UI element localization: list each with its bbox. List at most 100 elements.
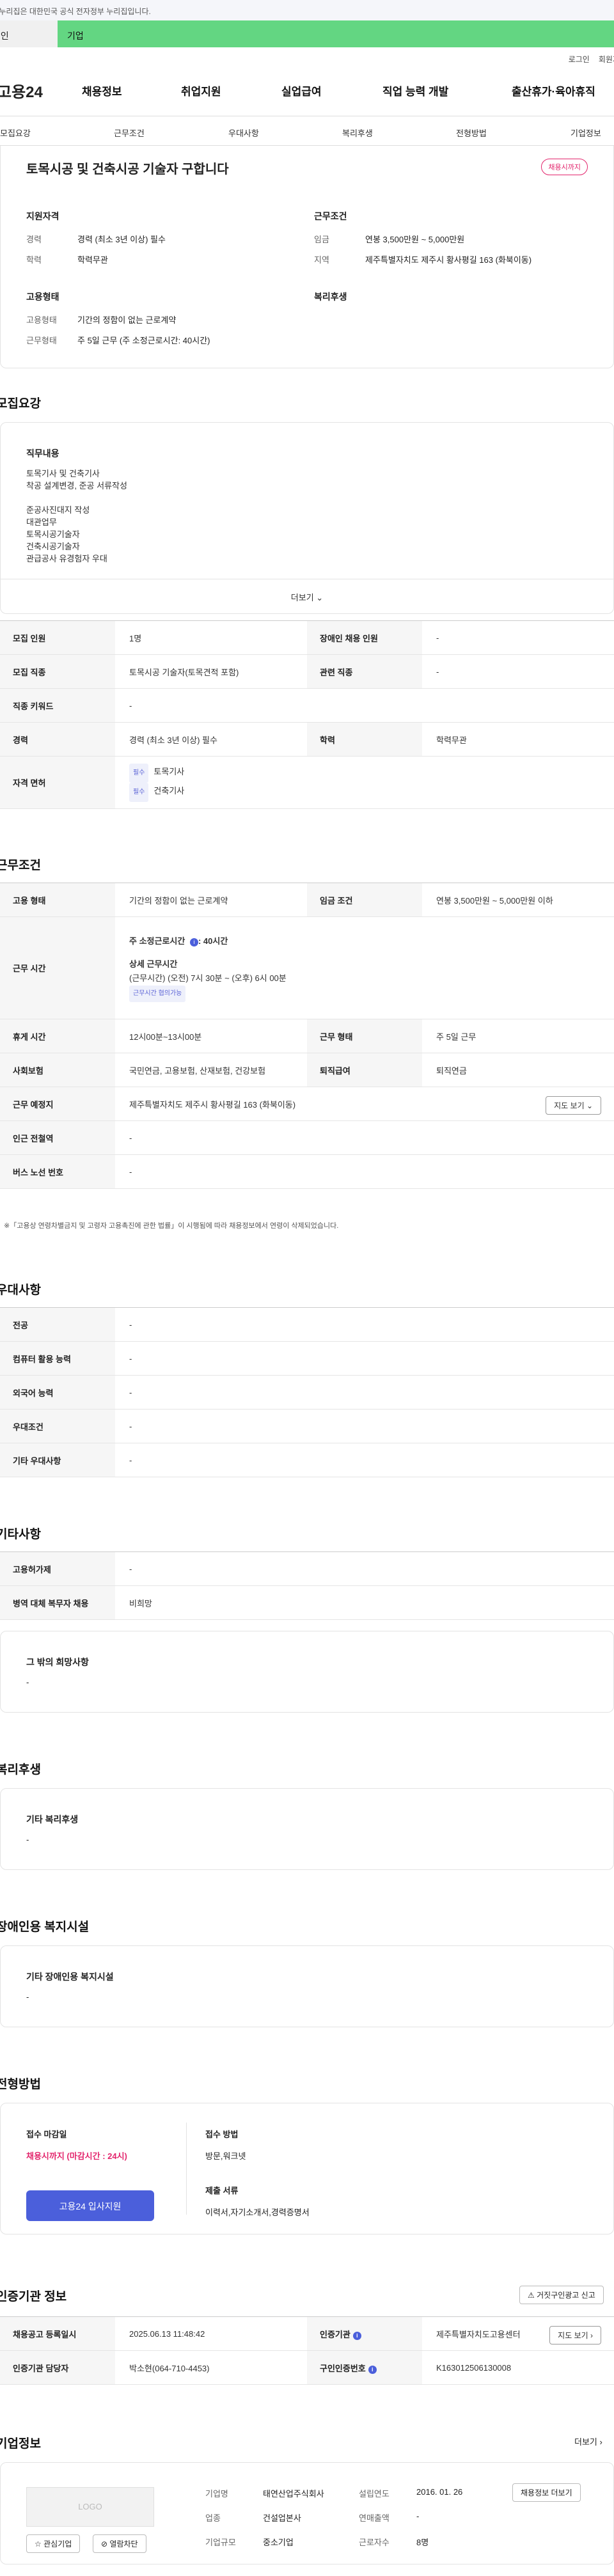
work-table: 고용 형태 기간의 정함이 없는 근로계약 임금 조건 연봉 3,500만원 ~ 5,… [0, 883, 614, 1189]
row-key: 관련 직종 [307, 654, 422, 689]
anchor-prefer[interactable]: 우대사항 [228, 127, 259, 139]
row-value: - [115, 1154, 614, 1189]
report-fake-ad-button[interactable]: ⚠ 거짓구인광고 신고 [519, 2286, 604, 2304]
prefer-heading: 우대사항 [0, 1284, 41, 1297]
nav-unemployment-benefit[interactable]: 실업급여 [281, 82, 322, 98]
deadline-badge: 채용시까지 [541, 159, 588, 175]
nav-vocational-training[interactable]: 직업 능력 개발 [382, 82, 448, 98]
region-label: 지역 [314, 255, 329, 265]
disabled-card: 기타 장애인용 복지시설 - [0, 1945, 614, 2027]
anchor-process[interactable]: 전형방법 [456, 127, 487, 139]
anchor-work[interactable]: 근무조건 [114, 127, 145, 139]
table-row: 모집 인원 1명 장애인 채용 인원 - [0, 620, 614, 655]
method-heading: 접수 방법 [205, 2130, 239, 2139]
global-nav: 고용24 채용정보 취업지원 실업급여 직업 능력 개발 출산휴가·육아휴직 [0, 65, 614, 116]
negotiable-tag: 근무시간 협의가능 [129, 985, 186, 1002]
docs-value: 이력서,자기소개서,경력증명서 [205, 2208, 310, 2217]
table-row: 전공 - [0, 1307, 614, 1342]
wage-value: 연봉 3,500만원 ~ 5,000만원 [365, 235, 465, 244]
row-value: - [115, 1409, 614, 1443]
chevron-down-icon: ⌄ [316, 593, 324, 602]
nav-employment-support[interactable]: 취업지원 [181, 82, 221, 98]
nav-job-info[interactable]: 채용정보 [82, 82, 122, 98]
tab-company[interactable]: 기업 [58, 20, 614, 47]
tab-individual-label: 개인 [0, 31, 9, 41]
table-row: 경력 경력 (최소 3년 이상) 필수 학력 학력무관 [0, 722, 614, 757]
welfare-section-heading: 복리후생 [0, 1763, 41, 1777]
row-key: 휴게 시간 [0, 1019, 115, 1053]
block-icon: ⊘ [101, 2540, 108, 2549]
info-icon[interactable]: i [352, 2331, 361, 2340]
age-notice: ※「고용상 연령차별금지 및 고령자 고용촉진에 관한 법률」이 시행됨에 따라… [4, 1222, 339, 1230]
disabled-box-heading: 기타 장애인용 복지시설 [26, 1972, 114, 1982]
row-value: 주 5일 근무 [422, 1019, 614, 1053]
recruit-heading: 모집요강 [0, 397, 41, 411]
info-icon[interactable]: i [189, 938, 198, 946]
agency-value: 제주특별자치도고용센터 [436, 2329, 521, 2339]
employees-label: 근로자수 [359, 2538, 390, 2547]
career-label: 경력 [26, 235, 42, 244]
row-key: 근무 예정지 [0, 1087, 115, 1121]
founded-value: 2016. 01. 26 [416, 2487, 463, 2497]
row-key: 인근 전철역 [0, 1120, 115, 1155]
signup-link[interactable]: 회원가입 [599, 55, 614, 64]
nav-parental-leave[interactable]: 출산휴가·육아휴직 [512, 82, 595, 98]
row-key: 장애인 채용 인원 [307, 620, 422, 655]
table-row: 우대조건 - [0, 1409, 614, 1443]
map-button[interactable]: 지도 보기 ⌄ [546, 1096, 601, 1115]
anchor-welfare[interactable]: 복리후생 [342, 127, 373, 139]
row-value: - [115, 1120, 614, 1155]
row-value: 학력무관 [422, 722, 614, 757]
map-button-label: 지도 보기 [558, 2331, 588, 2340]
tab-individual[interactable]: 개인 [0, 20, 58, 47]
block-company-button[interactable]: ⊘ 열람차단 [93, 2534, 146, 2553]
license-item: 토목기사 [154, 766, 185, 776]
row-key: 사회보험 [0, 1053, 115, 1087]
deadline-heading: 접수 마감일 [26, 2130, 67, 2139]
table-row: 모집 직종 토목시공 기술자(토목견적 포함) 관련 직종 - [0, 654, 614, 689]
row-value: 연봉 3,500만원 ~ 5,000만원 이하 [422, 883, 614, 917]
row-key: 우대조건 [0, 1409, 115, 1443]
brand-logo[interactable]: 고용24 [0, 79, 74, 102]
more-button[interactable]: 더보기 ⌄ [1, 579, 613, 614]
duty-line: 준공사진대지 작성 [26, 505, 90, 515]
welfare-heading: 복리후생 [314, 292, 347, 302]
divider [186, 2123, 187, 2215]
table-row: 외국어 능력 - [0, 1375, 614, 1410]
agency-map-button[interactable]: 지도 보기 › [549, 2326, 601, 2344]
deadline-value: 채용시까지 (마감시간 : 24시) [26, 2151, 127, 2161]
company-jobs-button[interactable]: 채용정보 더보기 [512, 2483, 581, 2502]
disabled-heading: 장애인용 복지시설 [0, 1920, 90, 1934]
row-value: - [115, 688, 614, 723]
summary-card: 토목시공 및 건축시공 기술자 구합니다 채용시까지 지원자격 근무조건 경력 … [0, 146, 614, 368]
duty-lines: 토목기사 및 건축기사 착공 설계변경, 준공 서류작성 준공사진대지 작성 대… [26, 467, 127, 565]
agency-table: 채용공고 등록일시 2025.06.13 11:48:42 인증기관 i 제주특별자치도… [0, 2316, 614, 2385]
etc-heading: 기타사항 [0, 1528, 41, 1541]
utility-menu: 로그인 회원가입 [0, 47, 614, 65]
row-value: 1명 [115, 620, 307, 655]
row-key: 병역 대체 복무자 채용 [0, 1585, 115, 1620]
worktype-label: 근무형태 [26, 336, 57, 345]
agency-cell: 제주특별자치도고용센터 지도 보기 › [422, 2316, 614, 2351]
job-title: 토목시공 및 건축시공 기술자 구합니다 [26, 162, 229, 177]
login-link[interactable]: 로그인 [569, 55, 590, 64]
row-key: 채용공고 등록일시 [0, 2316, 115, 2351]
info-icon[interactable]: i [368, 2365, 377, 2374]
table-row: 고용허가제 - [0, 1551, 614, 1586]
anchor-company[interactable]: 기업정보 [571, 127, 601, 139]
sales-label: 연매출액 [359, 2513, 390, 2523]
hours-main-value: : 40시간 [198, 936, 228, 946]
etc-table: 고용허가제 - 병역 대체 복무자 채용 비희망 [0, 1551, 614, 1620]
anchor-recruit[interactable]: 모집요강 [0, 127, 31, 139]
welfare-box-value: - [26, 1835, 29, 1844]
tab-company-label: 기업 [67, 31, 84, 41]
license-list: 필수 토목기사 필수 건축기사 [115, 756, 614, 809]
favorite-company-button[interactable]: ☆ 관심기업 [26, 2534, 81, 2553]
row-key: 버스 노선 번호 [0, 1154, 115, 1189]
company-more-link[interactable]: 더보기 › [574, 2435, 602, 2447]
docs-heading: 제출 서류 [205, 2186, 239, 2195]
employment-heading: 고용형태 [26, 292, 59, 302]
apply-button[interactable]: 고용24 입사지원 [26, 2190, 154, 2221]
row-value: 경력 (최소 3년 이상) 필수 [115, 722, 307, 757]
block-label: 열람차단 [109, 2540, 138, 2549]
